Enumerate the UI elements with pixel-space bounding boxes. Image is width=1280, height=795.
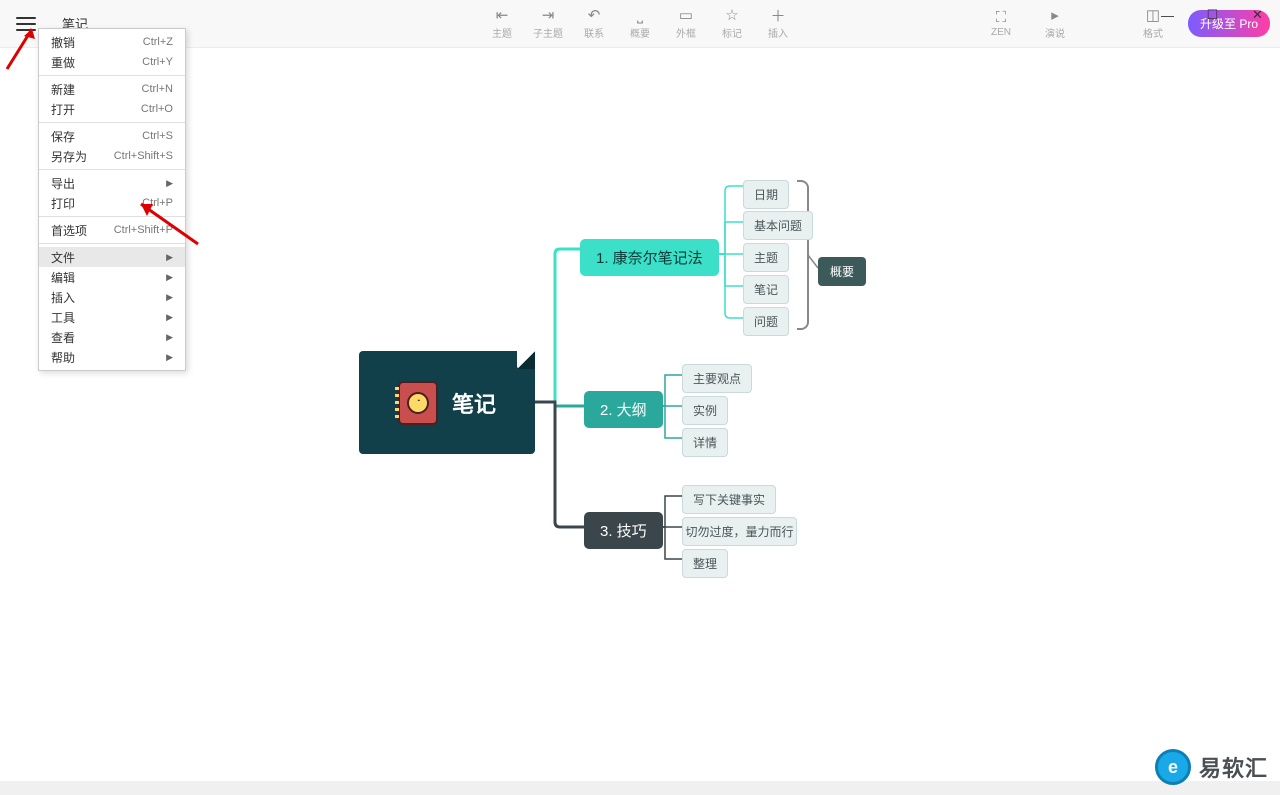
marker-icon: ☆ — [723, 7, 741, 23]
chevron-right-icon: ▶ — [166, 272, 173, 283]
branch-2[interactable]: 2. 大纲 — [584, 391, 663, 428]
branch-3[interactable]: 3. 技巧 — [584, 512, 663, 549]
zen-icon: ⛶ — [992, 9, 1010, 25]
menu-open[interactable]: 打开Ctrl+O — [39, 99, 185, 119]
subtopic-icon: ⇥ — [539, 7, 557, 23]
chevron-right-icon: ▶ — [166, 292, 173, 303]
chevron-right-icon: ▶ — [166, 178, 173, 189]
menu-tools[interactable]: 工具▶ — [39, 307, 185, 327]
maximize-button[interactable]: ☐ — [1190, 0, 1235, 30]
branch-1[interactable]: 1. 康奈尔笔记法 — [580, 239, 719, 276]
menu-help[interactable]: 帮助▶ — [39, 347, 185, 367]
insert-button[interactable]: ＋插入 — [759, 7, 797, 40]
boundary-icon: ▭ — [677, 7, 695, 23]
summary-bracket — [797, 180, 809, 330]
leaf-1-5[interactable]: 问题 — [743, 307, 789, 336]
chevron-right-icon: ▶ — [166, 332, 173, 343]
insert-icon: ＋ — [769, 7, 787, 23]
leaf-3-3[interactable]: 整理 — [682, 549, 728, 578]
relation-button[interactable]: ↶联系 — [575, 7, 613, 40]
present-button[interactable]: ▸演说 — [1036, 7, 1074, 40]
leaf-1-3[interactable]: 主题 — [743, 243, 789, 272]
window-controls: — ☐ ✕ — [1145, 0, 1280, 30]
menu-new[interactable]: 新建Ctrl+N — [39, 79, 185, 99]
menu-view[interactable]: 查看▶ — [39, 327, 185, 347]
zen-button[interactable]: ⛶ZEN — [982, 9, 1020, 38]
notebook-icon — [398, 381, 438, 425]
leaf-1-1[interactable]: 日期 — [743, 180, 789, 209]
toolbar-center: ⇤主题 ⇥子主题 ↶联系 ⎵概要 ▭外框 ☆标记 ＋插入 — [483, 7, 797, 40]
minimize-button[interactable]: — — [1145, 0, 1190, 30]
relation-icon: ↶ — [585, 7, 603, 23]
chevron-right-icon: ▶ — [166, 352, 173, 363]
toolbar: 笔记 ⇤主题 ⇥子主题 ↶联系 ⎵概要 ▭外框 ☆标记 ＋插入 ⛶ZEN ▸演说… — [0, 0, 1280, 48]
watermark-text: 易软汇 — [1199, 751, 1268, 783]
close-button[interactable]: ✕ — [1235, 0, 1280, 30]
leaf-3-1[interactable]: 写下关键事实 — [682, 485, 776, 514]
mindmap-canvas[interactable]: 笔记 1. 康奈尔笔记法 2. 大纲 3. 技巧 日期 基本问题 主题 笔记 问… — [0, 48, 1280, 780]
summary-icon: ⎵ — [631, 7, 649, 23]
leaf-2-2[interactable]: 实例 — [682, 396, 728, 425]
root-node[interactable]: 笔记 — [359, 351, 535, 454]
boundary-button[interactable]: ▭外框 — [667, 7, 705, 40]
watermark-logo: e 易软汇 — [1155, 749, 1268, 785]
menu-export[interactable]: 导出▶ — [39, 173, 185, 193]
summary-node[interactable]: 概要 — [818, 257, 866, 286]
subtopic-button[interactable]: ⇥子主题 — [529, 7, 567, 40]
leaf-2-1[interactable]: 主要观点 — [682, 364, 752, 393]
present-icon: ▸ — [1046, 7, 1064, 23]
horizontal-scrollbar[interactable] — [0, 781, 1280, 795]
summary-button[interactable]: ⎵概要 — [621, 7, 659, 40]
menu-insert[interactable]: 插入▶ — [39, 287, 185, 307]
leaf-2-3[interactable]: 详情 — [682, 428, 728, 457]
menu-undo[interactable]: 撤销Ctrl+Z — [39, 32, 185, 52]
topic-icon: ⇤ — [493, 7, 511, 23]
menu-redo[interactable]: 重做Ctrl+Y — [39, 52, 185, 72]
leaf-1-2[interactable]: 基本问题 — [743, 211, 813, 240]
topic-button[interactable]: ⇤主题 — [483, 7, 521, 40]
annotation-arrow-1 — [2, 24, 42, 74]
fold-corner-icon — [517, 351, 535, 369]
chevron-right-icon: ▶ — [166, 252, 173, 263]
menu-edit[interactable]: 编辑▶ — [39, 267, 185, 287]
leaf-1-4[interactable]: 笔记 — [743, 275, 789, 304]
annotation-arrow-2 — [133, 196, 203, 251]
root-label: 笔记 — [452, 387, 496, 419]
logo-icon: e — [1155, 749, 1191, 785]
marker-button[interactable]: ☆标记 — [713, 7, 751, 40]
menu-save[interactable]: 保存Ctrl+S — [39, 126, 185, 146]
chevron-right-icon: ▶ — [166, 312, 173, 323]
leaf-3-2[interactable]: 切勿过度，量力而行 — [682, 517, 797, 546]
menu-save-as[interactable]: 另存为Ctrl+Shift+S — [39, 146, 185, 166]
